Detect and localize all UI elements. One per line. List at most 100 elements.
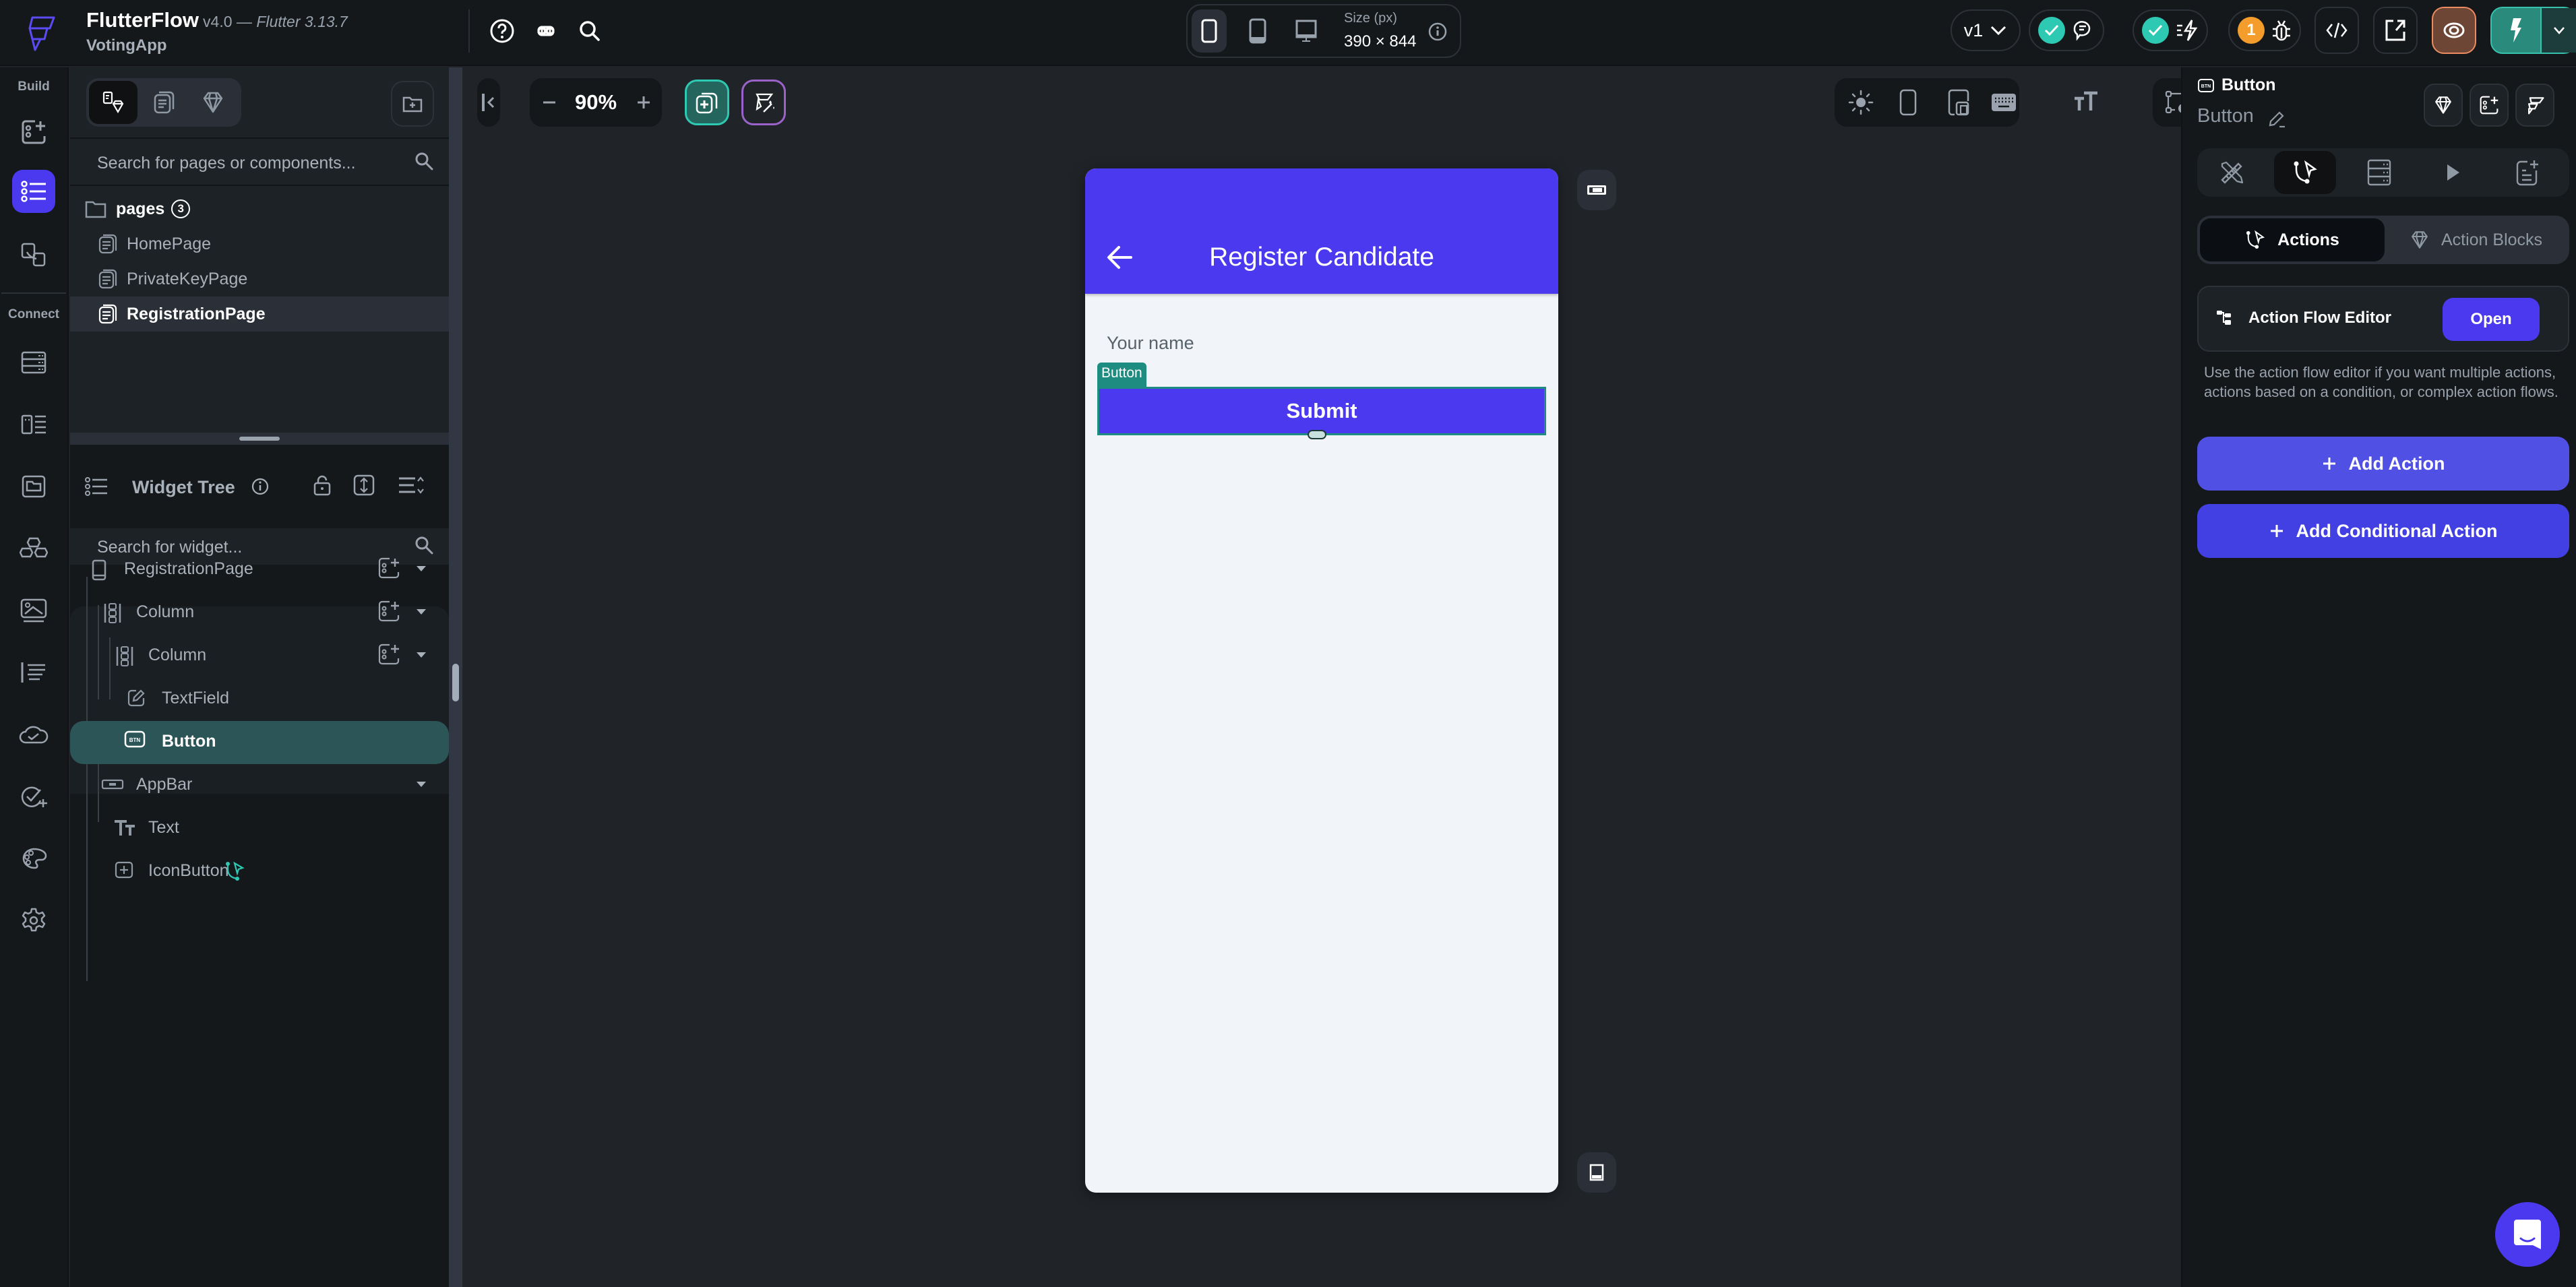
tab-actions[interactable]: [2274, 151, 2336, 194]
add-child-icon[interactable]: [377, 557, 400, 579]
flutterflow-ai-button[interactable]: [2515, 84, 2554, 127]
tree-node-appbar[interactable]: AppBar: [70, 764, 449, 807]
scrollbar-thumb[interactable]: [452, 664, 459, 701]
tree-node-textfield[interactable]: TextField: [70, 678, 449, 721]
add-action-button[interactable]: Add Action: [2197, 437, 2569, 491]
resize-handle[interactable]: [1308, 430, 1326, 439]
expand-caret-icon[interactable]: [417, 609, 426, 615]
support-chat-button[interactable]: [2495, 1202, 2560, 1267]
sun-icon[interactable]: [1848, 90, 1874, 115]
pages-folder[interactable]: pages 3: [70, 191, 449, 226]
add-folder-button[interactable]: [391, 81, 434, 127]
issues-button[interactable]: 1: [2228, 9, 2301, 51]
nav-widget-tree[interactable]: [12, 170, 55, 213]
add-widget-button[interactable]: [685, 80, 729, 125]
compile-status-button[interactable]: [2133, 9, 2208, 51]
tree-node-label: RegistrationPage: [124, 559, 253, 578]
info-icon[interactable]: [251, 477, 270, 496]
add-conditional-action-button[interactable]: Add Conditional Action: [2197, 504, 2569, 558]
page-item[interactable]: HomePage: [70, 226, 449, 261]
nav-settings[interactable]: [12, 899, 55, 942]
info-icon[interactable]: [1428, 22, 1448, 42]
tree-node-iconbutton[interactable]: IconButton: [70, 850, 449, 893]
tab-pages-components[interactable]: [89, 81, 137, 124]
pages-search-input[interactable]: Search for pages or components...: [97, 154, 356, 173]
device-desktop-button[interactable]: [1289, 9, 1324, 53]
lock-icon[interactable]: [313, 474, 332, 496]
column-icon: [104, 603, 121, 623]
pages-search[interactable]: Search for pages or components...: [70, 137, 449, 186]
resize-grip[interactable]: [239, 437, 280, 441]
preview-appbar-title[interactable]: Register Candidate: [1085, 243, 1558, 272]
chat-status-button[interactable]: [2029, 9, 2104, 51]
tree-node-text[interactable]: Text: [70, 807, 449, 850]
nav-media-assets[interactable]: [12, 465, 55, 508]
add-child-widget-button[interactable]: [2470, 84, 2509, 127]
command-icon[interactable]: [532, 18, 559, 44]
preview-textfield[interactable]: Your name: [1107, 333, 1194, 354]
nav-app-state[interactable]: [12, 403, 55, 446]
tab-action-blocks[interactable]: Action Blocks: [2386, 218, 2567, 261]
version-select[interactable]: v1: [1951, 9, 2021, 51]
page-label: PrivateKeyPage: [127, 269, 248, 288]
tree-node-column[interactable]: Column: [70, 592, 449, 635]
nav-tests[interactable]: [12, 775, 55, 818]
phone-frame-icon[interactable]: [1899, 89, 1917, 116]
tab-actions-list[interactable]: Actions: [2200, 218, 2385, 261]
tab-properties[interactable]: [2200, 151, 2262, 194]
page-icon: [98, 234, 117, 254]
expand-caret-icon[interactable]: [417, 566, 426, 571]
tree-node-page[interactable]: RegistrationPage: [70, 548, 449, 592]
view-code-button[interactable]: [2314, 7, 2359, 54]
tree-node-column[interactable]: Column: [70, 635, 449, 678]
expand-caret-icon[interactable]: [417, 652, 426, 658]
open-external-button[interactable]: [2373, 7, 2418, 54]
text-scale-icon[interactable]: [2073, 90, 2099, 112]
nav-cloud-functions[interactable]: [12, 713, 55, 756]
collapse-panel-button[interactable]: [477, 78, 500, 127]
ai-gen-button[interactable]: [741, 80, 786, 125]
zoom-in-icon[interactable]: [636, 95, 651, 110]
responsive-icon[interactable]: [1948, 89, 1969, 116]
tab-pages[interactable]: [140, 81, 189, 124]
appbar-toggle-button[interactable]: [1577, 170, 1616, 210]
tab-animations[interactable]: [2422, 151, 2484, 194]
run-button[interactable]: [2490, 7, 2576, 54]
search-icon[interactable]: [576, 18, 603, 44]
convert-component-button[interactable]: [2424, 84, 2463, 127]
tab-backend-query[interactable]: [2348, 151, 2410, 194]
run-dropdown-button[interactable]: [2540, 8, 2576, 53]
flutterflow-logo[interactable]: [20, 12, 61, 53]
nav-data-schema[interactable]: [12, 341, 55, 384]
nav-images[interactable]: [12, 589, 55, 632]
preview-button[interactable]: [2432, 7, 2476, 54]
add-child-icon[interactable]: [377, 643, 400, 666]
pencil-icon[interactable]: [2267, 109, 2286, 128]
add-child-icon[interactable]: [377, 600, 400, 623]
device-phone-button[interactable]: [1192, 9, 1227, 53]
nav-theme[interactable]: [12, 837, 55, 880]
help-icon[interactable]: [489, 18, 516, 44]
keyboard-icon[interactable]: [1991, 93, 2017, 112]
page-item-selected[interactable]: RegistrationPage: [70, 296, 449, 332]
nav-storyboard[interactable]: [12, 233, 55, 276]
expand-caret-icon[interactable]: [417, 782, 426, 787]
page-item[interactable]: PrivateKeyPage: [70, 261, 449, 296]
tab-documentation[interactable]: [2496, 151, 2558, 194]
expand-collapse-icon[interactable]: [353, 474, 375, 496]
nav-custom-code[interactable]: [12, 527, 55, 570]
sort-icon[interactable]: [398, 476, 425, 495]
open-action-flow-editor-button[interactable]: Open: [2443, 298, 2540, 341]
check-icon: [2142, 17, 2169, 44]
device-tablet-button[interactable]: [1240, 9, 1275, 53]
zoom-out-icon[interactable]: [542, 101, 557, 104]
svg-text:BTN: BTN: [2201, 84, 2211, 89]
nav-api-calls[interactable]: [12, 651, 55, 694]
preview-submit-button[interactable]: Submit: [1097, 387, 1546, 435]
tree-node-button-selected[interactable]: BTN Button: [70, 721, 449, 764]
bottom-nav-toggle-button[interactable]: [1577, 1152, 1616, 1193]
preview-appbar[interactable]: Register Candidate: [1085, 168, 1558, 294]
button-widget-icon: BTN: [124, 730, 146, 748]
tab-components[interactable]: [189, 81, 237, 124]
nav-widget-palette[interactable]: [12, 111, 55, 154]
